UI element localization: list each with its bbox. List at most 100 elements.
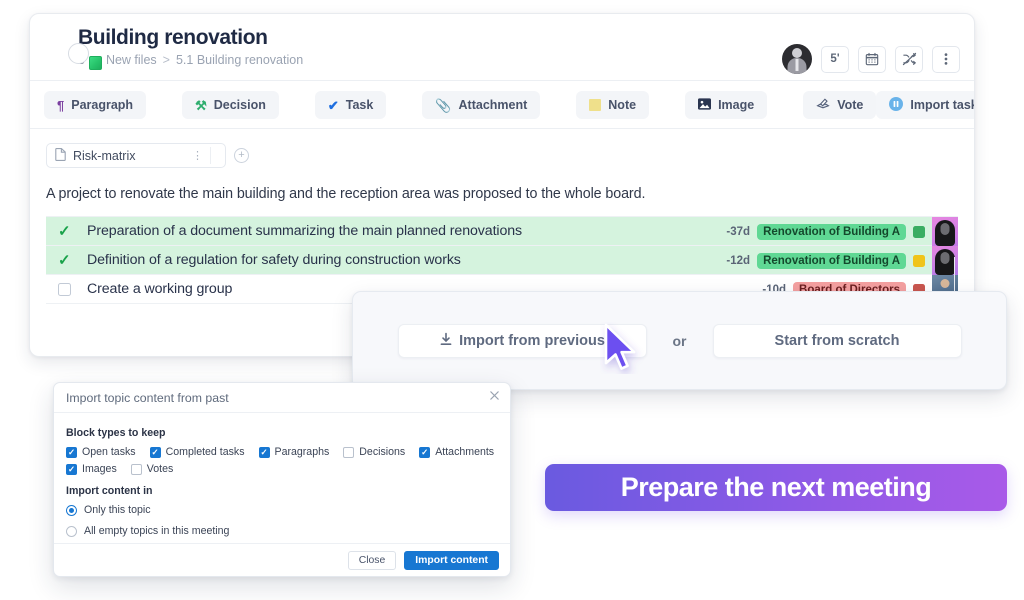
block-button-vote[interactable]: Vote <box>803 91 877 119</box>
block-button-attachment[interactable]: 📎 Attachment <box>422 91 541 119</box>
block-label: Vote <box>837 98 864 112</box>
prepare-next-meeting-cta[interactable]: Prepare the next meeting <box>545 464 1007 511</box>
topic-header: Building renovation 5 New files > 5.1 Bu… <box>30 14 974 81</box>
shuffle-off-icon[interactable] <box>895 45 923 73</box>
table-row[interactable]: ✓ Definition of a regulation for safety … <box>46 246 958 275</box>
radio-all-empty-topics[interactable]: All empty topics in this meeting <box>66 525 498 537</box>
radio-label: All empty topics in this meeting <box>84 525 230 537</box>
block-types-label: Block types to keep <box>66 427 166 439</box>
checkbox-box[interactable] <box>343 446 355 458</box>
image-picture-icon <box>698 98 712 112</box>
checkbox-row-1: Open tasks Completed tasks Paragraphs De… <box>66 446 498 458</box>
task-checkbox-checked[interactable]: ✓ <box>58 253 87 268</box>
download-import-icon <box>439 332 453 350</box>
import-choice-panel: Import from previous or Start from scrat… <box>352 291 1007 390</box>
import-topic-modal: Import topic content from past Block typ… <box>53 382 511 577</box>
block-button-task[interactable]: ✔ Task <box>314 91 387 119</box>
topic-content: Risk-matrix ⋮ + A project to renovate th… <box>30 129 974 304</box>
checkbox-box[interactable] <box>66 463 77 475</box>
radio-dot[interactable] <box>66 504 77 516</box>
modal-title: Import topic content from past <box>66 390 229 405</box>
chip-divider <box>210 147 211 164</box>
task-checkbox-checked[interactable]: ✓ <box>58 224 87 239</box>
checkbox-completed-tasks[interactable]: Completed tasks <box>149 446 245 458</box>
block-type-toolbar: ¶ Paragraph ⚒ Decision ✔ Task 📎 Attachme… <box>30 81 974 129</box>
note-sticky-icon <box>589 99 602 111</box>
import-from-previous-label: Import from previous <box>459 332 605 349</box>
block-label: Attachment <box>458 98 528 112</box>
document-chip-kebab-icon[interactable]: ⋮ <box>192 149 203 162</box>
checkbox-box[interactable] <box>419 446 431 458</box>
avatar[interactable] <box>782 44 812 74</box>
screenshot-root: Building renovation 5 New files > 5.1 Bu… <box>0 0 1024 600</box>
checkbox-label: Paragraphs <box>274 446 330 458</box>
block-button-import-tasks[interactable]: Import tasks <box>876 91 974 119</box>
task-tag[interactable]: Renovation of Building A <box>757 252 906 269</box>
paragraph-text: A project to renovate the main building … <box>46 186 646 202</box>
breadcrumb-current: 5.1 Building renovation <box>175 53 304 67</box>
radio-dot[interactable] <box>66 525 77 537</box>
timer-button[interactable]: 5' <box>821 45 849 73</box>
close-x-icon[interactable] <box>490 391 499 400</box>
checkbox-box[interactable] <box>130 463 142 475</box>
import-content-button[interactable]: Import content <box>404 550 499 570</box>
task-meta: -37d Renovation of Building A <box>726 217 958 246</box>
header-tools: 5' <box>782 44 960 74</box>
checkbox-box[interactable] <box>149 446 161 458</box>
avatar[interactable] <box>932 217 958 246</box>
topic-status-circle[interactable] <box>68 43 89 64</box>
checkbox-box[interactable] <box>258 446 270 458</box>
start-from-scratch-button[interactable]: Start from scratch <box>712 323 962 358</box>
checkbox-label: Images <box>82 463 117 475</box>
modal-header: Import topic content from past <box>54 383 510 413</box>
document-chip-label: Risk-matrix <box>73 148 136 163</box>
document-chip-risk-matrix[interactable]: Risk-matrix ⋮ <box>46 143 226 168</box>
task-meta: -12d Renovation of Building A <box>726 246 958 275</box>
radio-only-this-topic[interactable]: Only this topic <box>66 504 498 516</box>
vote-ballot-icon <box>816 98 830 112</box>
block-label: Note <box>608 98 637 112</box>
file-document-icon <box>55 147 66 164</box>
block-label: Paragraph <box>71 98 134 112</box>
checkbox-votes[interactable]: Votes <box>130 463 174 475</box>
calendar-icon[interactable] <box>858 45 886 73</box>
block-button-image[interactable]: Image <box>685 91 768 119</box>
modal-body: Block types to keep Open tasks Completed… <box>54 413 510 537</box>
import-tasks-icon <box>889 97 904 113</box>
import-scope-label: Import content in <box>66 485 153 497</box>
task-checkbox-unchecked[interactable] <box>58 282 87 296</box>
block-button-note[interactable]: Note <box>576 91 650 119</box>
folder-icon <box>88 55 102 70</box>
task-due: -37d <box>726 225 751 238</box>
block-label: Decision <box>213 98 266 112</box>
checkbox-label: Attachments <box>435 446 495 458</box>
mouse-cursor <box>600 322 644 374</box>
close-button[interactable]: Close <box>347 550 397 570</box>
radio-label: Only this topic <box>84 504 151 516</box>
plus-circle-icon[interactable]: + <box>234 148 249 163</box>
block-button-paragraph[interactable]: ¶ Paragraph <box>44 91 147 119</box>
checkbox-label: Votes <box>146 463 174 475</box>
checkbox-row-2: Images Votes <box>66 463 498 475</box>
decision-gavel-icon: ⚒ <box>195 97 207 113</box>
checkbox-label: Decisions <box>359 446 406 458</box>
checkbox-decisions[interactable]: Decisions <box>343 446 405 458</box>
start-from-scratch-label: Start from scratch <box>774 332 900 349</box>
task-tag[interactable]: Renovation of Building A <box>757 223 906 240</box>
paragraph-pilcrow-icon: ¶ <box>57 97 65 113</box>
breadcrumb-parent[interactable]: New files <box>106 52 157 69</box>
checkbox-paragraphs[interactable]: Paragraphs <box>258 446 330 458</box>
task-due: -12d <box>726 254 751 267</box>
checkbox-images[interactable]: Images <box>66 463 117 475</box>
checkbox-box[interactable] <box>66 446 77 458</box>
attachment-paperclip-icon: 📎 <box>435 97 452 113</box>
checkbox-attachments[interactable]: Attachments <box>419 446 494 458</box>
checkbox-label: Completed tasks <box>165 446 245 458</box>
task-check-icon: ✔ <box>327 97 339 113</box>
modal-footer: Close Import content <box>54 543 510 576</box>
table-row[interactable]: ✓ Preparation of a document summarizing … <box>46 217 958 246</box>
checkbox-label: Open tasks <box>82 446 136 458</box>
checkbox-open-tasks[interactable]: Open tasks <box>66 446 136 458</box>
kebab-menu-icon[interactable] <box>932 45 960 73</box>
block-button-decision[interactable]: ⚒ Decision <box>182 91 279 119</box>
